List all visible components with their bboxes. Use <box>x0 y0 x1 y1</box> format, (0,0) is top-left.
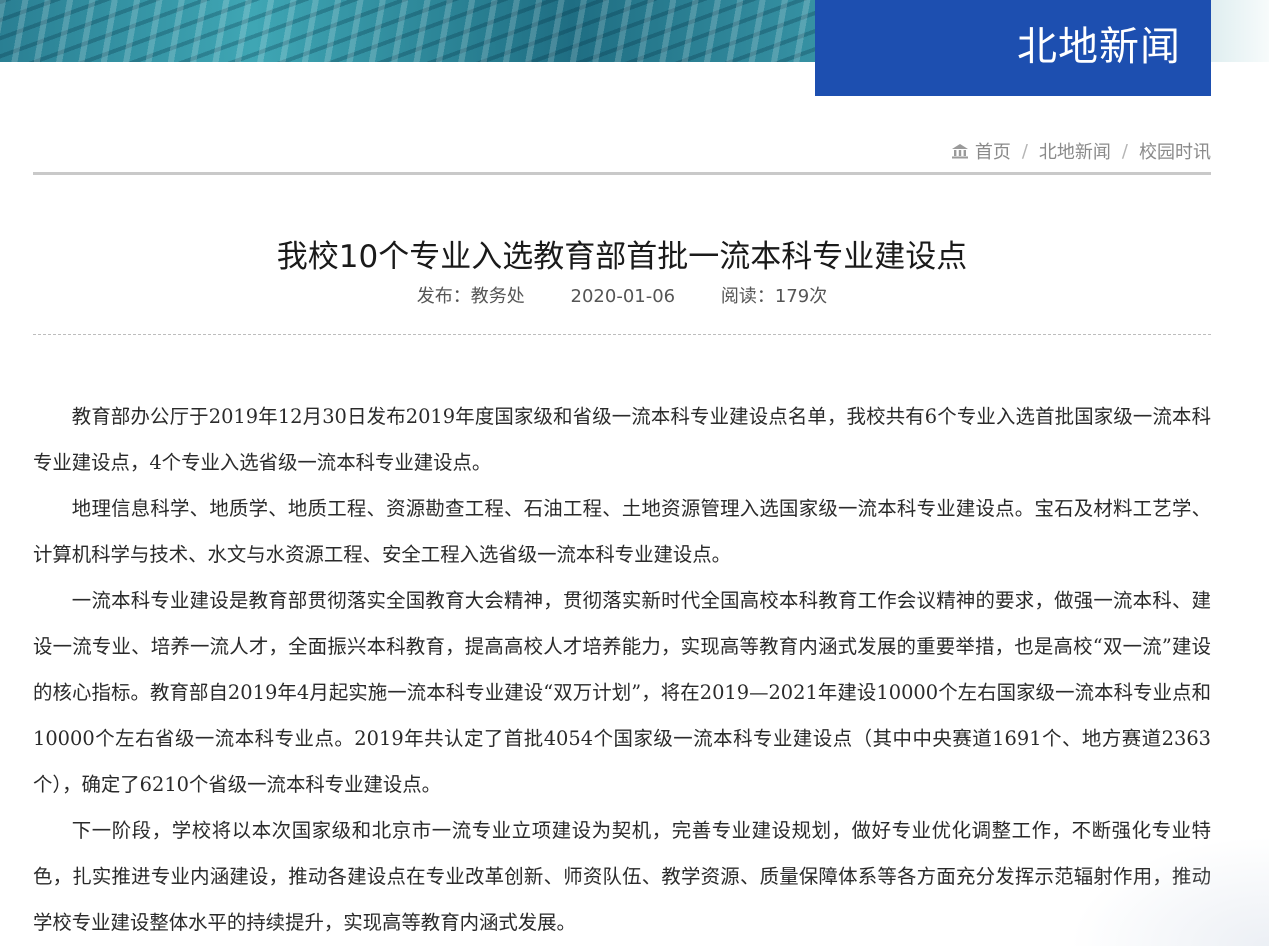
article-paragraph: 下一阶段，学校将以本次国家级和北京市一流专业立项建设为契机，完善专业建设规划，做… <box>33 819 1211 934</box>
article-body: 教育部办公厅于2019年12月30日发布2019年度国家级和省级一流本科专业建设… <box>33 394 1211 946</box>
article-meta: 发布：教务处 2020-01-06 阅读：179次 <box>33 282 1211 308</box>
breadcrumb-campus-link[interactable]: 校园时讯 <box>1139 138 1211 164</box>
article-paragraph: 地理信息科学、地质学、地质工程、资源勘查工程、石油工程、土地资源管理入选国家级一… <box>33 497 1211 566</box>
home-icon <box>951 144 968 159</box>
section-title-box: 北地新闻 <box>815 0 1211 96</box>
article-date: 2020-01-06 <box>570 286 676 307</box>
header-divider <box>33 172 1211 175</box>
article-paragraph: 教育部办公厅于2019年12月30日发布2019年度国家级和省级一流本科专业建设… <box>33 405 1211 474</box>
article-views: 阅读：179次 <box>720 286 828 307</box>
breadcrumb-home-link[interactable]: 首页 <box>975 138 1011 164</box>
section-title: 北地新闻 <box>1017 24 1181 70</box>
breadcrumb: 首页 / 北地新闻 / 校园时讯 <box>951 138 1211 164</box>
breadcrumb-separator: / <box>1121 140 1128 162</box>
article-paragraph: 一流本科专业建设是教育部贯彻落实全国教育大会精神，贯彻落实新时代全国高校本科教育… <box>33 589 1211 796</box>
breadcrumb-news-link[interactable]: 北地新闻 <box>1039 138 1111 164</box>
breadcrumb-separator: / <box>1021 140 1028 162</box>
article-title: 我校10个专业入选教育部首批一流本科专业建设点 <box>276 238 968 275</box>
header-banner-edge <box>1211 0 1269 62</box>
meta-divider <box>33 334 1211 335</box>
article-publisher: 发布：教务处 <box>416 286 525 307</box>
